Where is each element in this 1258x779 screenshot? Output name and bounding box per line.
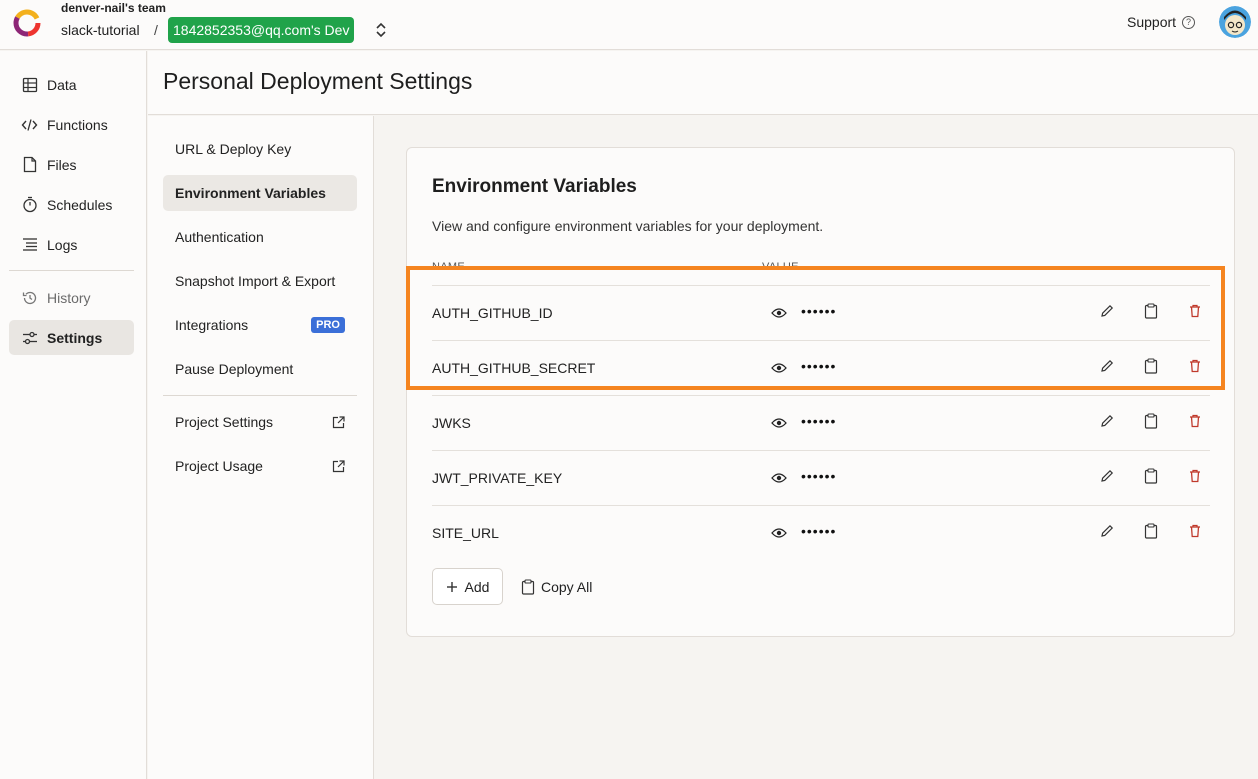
sidebar-item-label: Schedules [47, 196, 113, 213]
add-button[interactable]: Add [432, 568, 503, 605]
sidebar-item-label: Files [47, 156, 77, 173]
trash-icon [1190, 469, 1200, 483]
settings-nav-label: Project Usage [175, 458, 263, 474]
pencil-icon [1101, 414, 1114, 427]
clipboard-icon [521, 578, 535, 595]
deployment-badge[interactable]: 1842852353@qq.com's Dev [168, 17, 355, 43]
settings-nav-url-deploy-key[interactable]: URL & Deploy Key [163, 131, 357, 167]
add-button-label: Add [464, 578, 490, 595]
code-icon [21, 116, 38, 133]
history-icon [21, 289, 38, 306]
env-var-name: JWT_PRIVATE_KEY [432, 470, 563, 486]
page-header: Personal Deployment Settings [148, 51, 1258, 115]
sliders-icon [21, 329, 38, 346]
breadcrumb-separator: / [154, 22, 158, 38]
settings-nav: URL & Deploy Key Environment Variables A… [148, 116, 374, 779]
settings-nav-divider [163, 395, 357, 396]
copy-button[interactable] [1141, 466, 1161, 486]
settings-nav-pause-deployment[interactable]: Pause Deployment [163, 351, 357, 387]
clipboard-icon [1144, 413, 1158, 429]
copy-all-label: Copy All [541, 578, 593, 595]
table-icon [21, 76, 38, 93]
settings-nav-environment-variables[interactable]: Environment Variables [163, 175, 357, 211]
sidebar-divider [9, 270, 134, 271]
copy-button[interactable] [1141, 521, 1161, 541]
project-name[interactable]: slack-tutorial [61, 22, 140, 38]
list-icon [21, 236, 38, 253]
clipboard-icon [1144, 468, 1158, 484]
chevron-up-down-icon[interactable] [372, 20, 390, 40]
settings-nav-label: Snapshot Import & Export [175, 273, 336, 289]
avatar[interactable] [1219, 6, 1251, 38]
left-sidebar: Data Functions Files Schedules Logs Hist… [0, 51, 147, 779]
settings-nav-label: Environment Variables [175, 185, 326, 201]
settings-nav-authentication[interactable]: Authentication [163, 219, 357, 255]
sidebar-item-label: Data [47, 76, 77, 93]
settings-nav-snapshot-import-export[interactable]: Snapshot Import & Export [163, 263, 357, 299]
eye-icon[interactable] [771, 527, 787, 539]
env-var-name: JWKS [432, 415, 471, 431]
settings-nav-label: Project Settings [175, 414, 274, 430]
team-name[interactable]: denver-nail's team [61, 1, 166, 15]
table-row: SITE_URL •••••• [432, 505, 1210, 560]
page-title: Personal Deployment Settings [163, 68, 473, 94]
env-vars-description: View and configure environment variables… [432, 218, 824, 234]
sidebar-item-label: History [47, 289, 91, 306]
env-var-value: •••••• [801, 413, 837, 429]
copy-button[interactable] [1141, 411, 1161, 431]
clipboard-icon [1144, 523, 1158, 539]
delete-button[interactable] [1185, 466, 1205, 486]
sidebar-item-label: Settings [47, 329, 103, 346]
question-circle-icon: ? [1182, 15, 1196, 29]
sidebar-item-logs[interactable]: Logs [9, 227, 134, 262]
convex-logo-icon[interactable] [12, 8, 42, 38]
stopwatch-icon [21, 196, 38, 213]
eye-icon[interactable] [771, 472, 787, 484]
env-var-value: •••••• [801, 523, 837, 539]
settings-nav-integrations[interactable]: Integrations PRO [163, 307, 357, 343]
edit-button[interactable] [1097, 521, 1117, 541]
highlight-box [406, 266, 1225, 390]
table-row: JWKS •••••• [432, 395, 1210, 450]
sidebar-item-schedules[interactable]: Schedules [9, 187, 134, 222]
settings-nav-label: Integrations [175, 317, 249, 333]
sidebar-item-label: Logs [47, 236, 78, 253]
pencil-icon [1101, 524, 1114, 537]
edit-button[interactable] [1097, 466, 1117, 486]
trash-icon [1190, 524, 1200, 538]
sidebar-item-functions[interactable]: Functions [9, 107, 134, 142]
sidebar-item-data[interactable]: Data [9, 67, 134, 102]
plus-icon [446, 581, 457, 592]
user-avatar-icon [1219, 6, 1251, 38]
support-button[interactable]: Support ? [1127, 14, 1196, 30]
settings-nav-project-settings[interactable]: Project Settings [163, 404, 357, 440]
settings-nav-project-usage[interactable]: Project Usage [163, 448, 357, 484]
settings-nav-label: Authentication [175, 229, 264, 245]
delete-button[interactable] [1185, 521, 1205, 541]
eye-icon[interactable] [771, 417, 787, 429]
delete-button[interactable] [1185, 411, 1205, 431]
settings-nav-label: URL & Deploy Key [175, 141, 292, 157]
sidebar-item-files[interactable]: Files [9, 147, 134, 182]
env-var-value: •••••• [801, 468, 837, 484]
pencil-icon [1101, 469, 1114, 482]
sidebar-item-settings[interactable]: Settings [9, 320, 134, 355]
trash-icon [1190, 414, 1200, 428]
external-link-icon [332, 459, 345, 472]
edit-button[interactable] [1097, 411, 1117, 431]
external-link-icon [332, 415, 345, 428]
file-icon [21, 156, 38, 173]
pro-badge: PRO [311, 317, 345, 333]
env-vars-card: Environment Variables View and configure… [406, 147, 1235, 637]
top-bar: denver-nail's team slack-tutorial / 1842… [0, 0, 1258, 50]
sidebar-item-history[interactable]: History [9, 280, 134, 315]
copy-all-button[interactable]: Copy All [521, 568, 592, 605]
env-vars-title: Environment Variables [432, 176, 637, 197]
table-row: JWT_PRIVATE_KEY •••••• [432, 450, 1210, 505]
sidebar-item-label: Functions [47, 116, 108, 133]
env-var-name: SITE_URL [432, 525, 499, 541]
settings-nav-label: Pause Deployment [175, 361, 294, 377]
support-label: Support [1127, 14, 1177, 30]
